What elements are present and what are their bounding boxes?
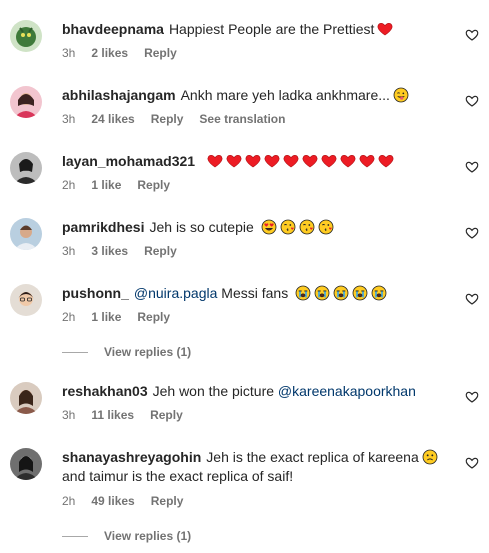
avatar[interactable]	[10, 20, 42, 52]
mention-link[interactable]: @kareenakapoorkhan	[278, 383, 416, 399]
red-heart-emoji	[207, 153, 223, 169]
view-replies-label: View replies (1)	[104, 529, 192, 543]
comment-text: Jeh is the exact replica of kareena	[206, 449, 419, 465]
comment-meta: 3h 24 likes Reply See translation	[62, 112, 301, 126]
comment-body: bhavdeepnama Happiest People are the Pret…	[62, 20, 449, 39]
comment-time: 3h	[62, 244, 76, 258]
view-replies-button[interactable]: View replies (1)	[62, 529, 191, 543]
crying-emoji	[333, 285, 349, 301]
heart-eyes-emoji	[261, 219, 277, 235]
avatar[interactable]	[10, 218, 42, 250]
comment-time: 2h	[62, 310, 76, 324]
comment-likes[interactable]: 1 like	[91, 178, 121, 192]
avatar[interactable]	[10, 152, 42, 184]
comment-text-continued: and taimur is the exact replica of saif!	[62, 468, 294, 484]
comment-time: 3h	[62, 46, 76, 60]
heart-outline-icon[interactable]	[465, 226, 479, 240]
kiss-emoji	[299, 219, 315, 235]
comment-meta: 2h 49 likes Reply	[62, 494, 199, 508]
comment-likes[interactable]: 2 likes	[91, 46, 128, 60]
mention-link[interactable]: @nuira.pagla	[134, 285, 218, 301]
crying-emoji	[295, 285, 311, 301]
red-heart-emoji	[359, 153, 375, 169]
comment-time: 3h	[62, 112, 76, 126]
comment-likes[interactable]: 49 likes	[91, 494, 134, 508]
crying-emoji	[352, 285, 368, 301]
comment-username[interactable]: layan_mohamad321	[62, 153, 195, 169]
red-heart-emoji	[377, 21, 393, 37]
heart-outline-icon[interactable]	[465, 390, 479, 404]
comment-text: Messi fans	[221, 285, 289, 301]
comment-body: layan_mohamad321	[62, 152, 449, 171]
comment-body: reshakhan03 Jeh won the picture @kareenak…	[62, 382, 449, 401]
comment-time: 2h	[62, 494, 76, 508]
heart-outline-icon[interactable]	[465, 94, 479, 108]
comment-time: 3h	[62, 408, 76, 422]
comment-text: Jeh won the picture	[152, 383, 275, 399]
comment-text: Happiest People are the Prettiest	[168, 21, 375, 37]
comment-body: pamrikdhesi Jeh is so cutepie	[62, 218, 449, 237]
red-heart-emoji	[264, 153, 280, 169]
winking-tongue-emoji	[393, 87, 409, 103]
comment-time: 2h	[62, 178, 76, 192]
see-translation-link[interactable]: See translation	[199, 112, 285, 126]
avatar[interactable]	[10, 382, 42, 414]
red-heart-emoji	[245, 153, 261, 169]
red-heart-emoji	[226, 153, 242, 169]
comment-meta: 2h 1 like Reply	[62, 310, 186, 324]
divider-line	[62, 536, 88, 538]
comment-text: Jeh is so cutepie	[149, 219, 254, 235]
comment-username[interactable]: reshakhan03	[62, 383, 148, 399]
comment-username[interactable]: pamrikdhesi	[62, 219, 144, 235]
reply-button[interactable]: Reply	[151, 494, 184, 508]
comment-username[interactable]: pushonn_	[62, 285, 129, 301]
comment-likes[interactable]: 3 likes	[91, 244, 128, 258]
red-heart-emoji	[378, 153, 394, 169]
comment-username[interactable]: bhavdeepnama	[62, 21, 164, 37]
avatar[interactable]	[10, 448, 42, 480]
heart-outline-icon[interactable]	[465, 292, 479, 306]
reply-button[interactable]: Reply	[151, 112, 184, 126]
view-replies-label: View replies (1)	[104, 345, 192, 359]
crying-emoji	[314, 285, 330, 301]
comment-meta: 2h 1 like Reply	[62, 178, 186, 192]
reply-button[interactable]: Reply	[137, 310, 170, 324]
crying-emoji	[371, 285, 387, 301]
comment-meta: 3h 2 likes Reply	[62, 46, 193, 60]
comment-likes[interactable]: 11 likes	[91, 408, 134, 422]
comment-username[interactable]: abhilashajangam	[62, 87, 176, 103]
comment-meta: 3h 3 likes Reply	[62, 244, 193, 258]
red-heart-emoji	[283, 153, 299, 169]
comment-likes[interactable]: 1 like	[91, 310, 121, 324]
comment-text: Ankh mare yeh ladka ankhmare...	[180, 87, 390, 103]
comment-body: shanayashreyagohin Jeh is the exact repli…	[62, 448, 449, 486]
divider-line	[62, 352, 88, 354]
reply-button[interactable]: Reply	[144, 46, 177, 60]
red-heart-emoji	[302, 153, 318, 169]
red-heart-emoji	[340, 153, 356, 169]
reply-button[interactable]: Reply	[144, 244, 177, 258]
heart-outline-icon[interactable]	[465, 28, 479, 42]
kiss-emoji	[318, 219, 334, 235]
sad-emoji	[422, 449, 438, 465]
avatar[interactable]	[10, 284, 42, 316]
comment-meta: 3h 11 likes Reply	[62, 408, 199, 422]
reply-button[interactable]: Reply	[137, 178, 170, 192]
kiss-emoji	[280, 219, 296, 235]
heart-outline-icon[interactable]	[465, 456, 479, 470]
view-replies-button[interactable]: View replies (1)	[62, 345, 191, 359]
avatar[interactable]	[10, 86, 42, 118]
reply-button[interactable]: Reply	[150, 408, 183, 422]
comment-likes[interactable]: 24 likes	[91, 112, 134, 126]
heart-outline-icon[interactable]	[465, 160, 479, 174]
red-heart-emoji	[321, 153, 337, 169]
comment-body: pushonn_ @nuira.pagla Messi fans	[62, 284, 449, 303]
comment-body: abhilashajangam Ankh mare yeh ladka ankhm…	[62, 86, 449, 105]
comment-username[interactable]: shanayashreyagohin	[62, 449, 201, 465]
